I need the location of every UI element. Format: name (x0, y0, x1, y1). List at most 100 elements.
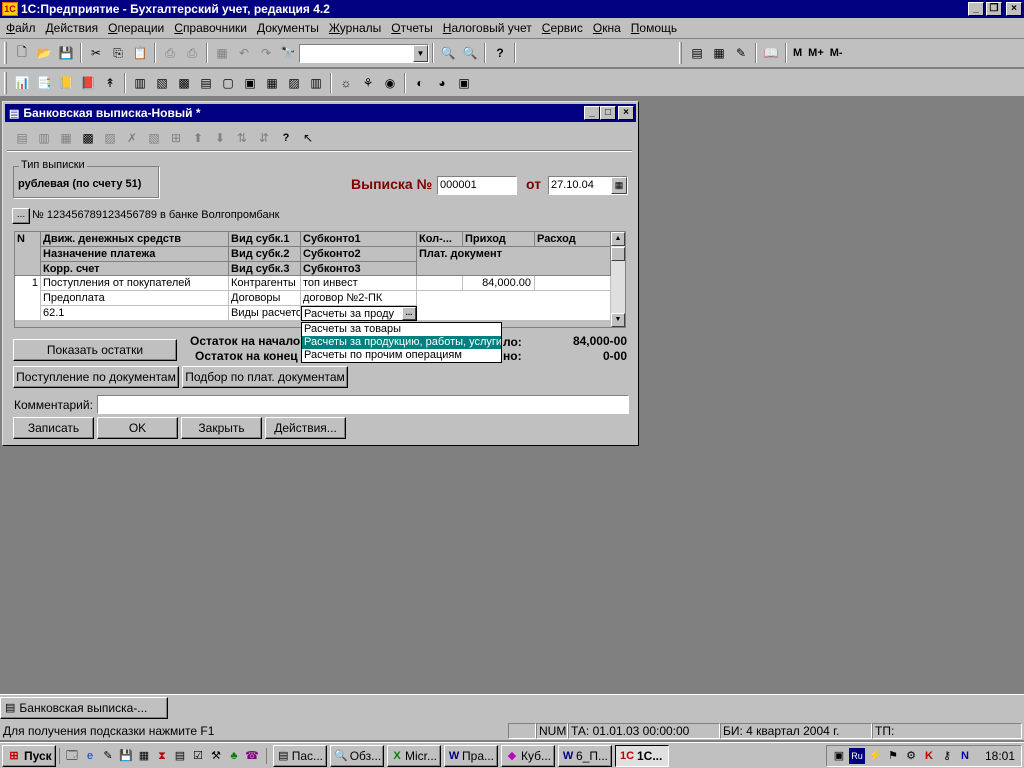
notepad-icon[interactable]: ✎ (100, 748, 116, 764)
documents-journal-icon[interactable]: 📕 (77, 72, 99, 94)
row-number[interactable]: 1 (15, 276, 41, 321)
menu-windows[interactable]: Окна (593, 21, 621, 35)
cell-corr-account[interactable]: 62.1 (41, 306, 229, 321)
app-icon-2[interactable]: ⧗ (154, 748, 170, 764)
copy-row-icon[interactable]: ▦ (55, 127, 77, 149)
col-header-flow[interactable]: Движ. денежных средств (41, 232, 229, 247)
save-button[interactable]: Записать (13, 417, 94, 439)
task-item-4[interactable]: W Пра... (444, 744, 498, 767)
move-up-icon[interactable]: ⬆ (187, 127, 209, 149)
app-icon-5[interactable]: ⚒ (208, 748, 224, 764)
wizard-3-icon[interactable]: ◉ (379, 72, 401, 94)
doc-minimize-button[interactable]: _ (584, 106, 600, 120)
entry-input-icon[interactable]: ↟ (99, 72, 121, 94)
memory-minus-button[interactable]: M- (827, 47, 846, 59)
col-header-subk1[interactable]: Вид субк.1 (229, 232, 301, 247)
task-item-3[interactable]: X Micr... (387, 744, 441, 767)
task-item-2[interactable]: 🔍 Обз... (330, 744, 384, 767)
close-doc-button[interactable]: Закрыть (181, 417, 262, 439)
report-8-icon[interactable]: ▨ (283, 72, 305, 94)
help-small-icon[interactable]: ? (275, 127, 297, 149)
window-tab-bank-statement[interactable]: ▤ Банковская выписка-... (0, 697, 168, 719)
tray-icon-6[interactable]: K (921, 748, 937, 764)
paste-icon[interactable]: 📋 (129, 42, 151, 64)
calculator-icon[interactable]: ▤ (686, 42, 708, 64)
service-2-icon[interactable]: ◕ (431, 72, 453, 94)
calendar-icon[interactable]: ▦ (708, 42, 730, 64)
menu-references[interactable]: Справочники (174, 21, 247, 35)
actions-button[interactable]: Действия... (265, 417, 346, 439)
undo-icon[interactable]: ↶ (233, 42, 255, 64)
context-help-icon[interactable]: ↖ (297, 127, 319, 149)
report-7-icon[interactable]: ▦ (261, 72, 283, 94)
entries-icon[interactable]: 📒 (55, 72, 77, 94)
print-preview-icon[interactable]: ⎙ (181, 42, 203, 64)
operations-icon[interactable]: 📑 (33, 72, 55, 94)
sort-desc-icon[interactable]: ⇵ (253, 127, 275, 149)
find-next-icon[interactable]: 🔍 (437, 42, 459, 64)
dropdown-option-products[interactable]: Расчеты за продукцию, работы, услуги (302, 336, 501, 349)
ellipsis-button[interactable]: ... (402, 307, 416, 320)
restore-button[interactable]: ❐ (986, 2, 1002, 16)
scroll-up-icon[interactable]: ▲ (611, 232, 625, 246)
number-field[interactable]: 000001 (437, 176, 517, 195)
task-item-5[interactable]: ◆ Куб... (501, 744, 555, 767)
report-1-icon[interactable]: ▥ (129, 72, 151, 94)
cell-subk1[interactable]: Контрагенты (229, 276, 301, 291)
tray-lang-icon[interactable]: Ru (849, 747, 865, 764)
col-header-qty[interactable]: Кол-... (417, 232, 463, 247)
menu-file[interactable]: Файл (6, 21, 36, 35)
ie-icon[interactable]: e (82, 748, 98, 764)
report-2-icon[interactable]: ▧ (151, 72, 173, 94)
col-header-purpose[interactable]: Назначение платежа (41, 247, 229, 262)
cell-flow[interactable]: Поступления от покупателей (41, 276, 229, 291)
menu-operations[interactable]: Операции (108, 21, 164, 35)
col-header-expense[interactable]: Расход (535, 232, 611, 247)
doc-close-button[interactable]: × (618, 106, 634, 120)
delete-row-icon[interactable]: ▩ (77, 127, 99, 149)
dropdown-option-goods[interactable]: Расчеты за товары (302, 323, 501, 336)
cell-subconto1[interactable]: топ инвест (301, 276, 417, 291)
minimize-button[interactable]: _ (968, 2, 984, 16)
add-row-icon[interactable]: ▤ (11, 127, 33, 149)
col-header-subk2[interactable]: Вид субк.2 (229, 247, 301, 262)
col-header-payment-doc[interactable]: Плат. документ (417, 247, 611, 276)
tray-icon-7[interactable]: ⚷ (939, 748, 955, 764)
menu-service[interactable]: Сервис (542, 21, 583, 35)
cell-payment-doc[interactable] (417, 291, 611, 321)
row-tool-icon[interactable]: ▧ (143, 127, 165, 149)
cell-subk2[interactable]: Договоры (229, 291, 301, 306)
date-field[interactable]: 27.10.04 ▦ (548, 176, 628, 195)
show-balances-button[interactable]: Показать остатки (13, 339, 177, 361)
calendar-icon[interactable]: ▦ (611, 177, 627, 194)
print-icon[interactable]: ⎙ (159, 42, 181, 64)
new-document-icon[interactable]: 🗋 (11, 42, 33, 64)
chevron-down-icon[interactable]: ▼ (413, 44, 428, 62)
menu-journals[interactable]: Журналы (329, 21, 381, 35)
help-icon[interactable]: ? (489, 42, 511, 64)
ok-button[interactable]: OK (97, 417, 178, 439)
menu-actions[interactable]: Действия (46, 21, 99, 35)
col-header-income[interactable]: Приход (463, 232, 535, 247)
move-down-icon[interactable]: ⬇ (209, 127, 231, 149)
tray-icon-8[interactable]: N (957, 748, 973, 764)
clear-row-icon[interactable]: ✗ (121, 127, 143, 149)
wizard-1-icon[interactable]: ☼ (335, 72, 357, 94)
explorer-icon[interactable]: 🗔 (64, 748, 80, 764)
app-icon-1[interactable]: ▦ (136, 748, 152, 764)
menu-reports[interactable]: Отчеты (391, 21, 433, 35)
open-folder-icon[interactable]: 📂 (33, 42, 55, 64)
select-payment-docs-button[interactable]: Подбор по плат. документам (182, 366, 348, 388)
app-icon-3[interactable]: ▤ (172, 748, 188, 764)
service-3-icon[interactable]: ▣ (453, 72, 475, 94)
chart-of-accounts-icon[interactable]: 📊 (11, 72, 33, 94)
dropdown-option-other[interactable]: Расчеты по прочим операциям (302, 349, 501, 362)
receipt-by-documents-button[interactable]: Поступление по документам (13, 366, 179, 388)
report-5-icon[interactable]: ▢ (217, 72, 239, 94)
col-header-subconto2[interactable]: Субконто2 (301, 247, 417, 262)
memory-button[interactable]: M (790, 47, 805, 59)
close-button[interactable]: × (1006, 2, 1022, 16)
menu-help[interactable]: Помощь (631, 21, 677, 35)
task-item-6[interactable]: W 6_П... (558, 744, 612, 767)
doc-maximize-button[interactable]: □ (600, 106, 616, 120)
